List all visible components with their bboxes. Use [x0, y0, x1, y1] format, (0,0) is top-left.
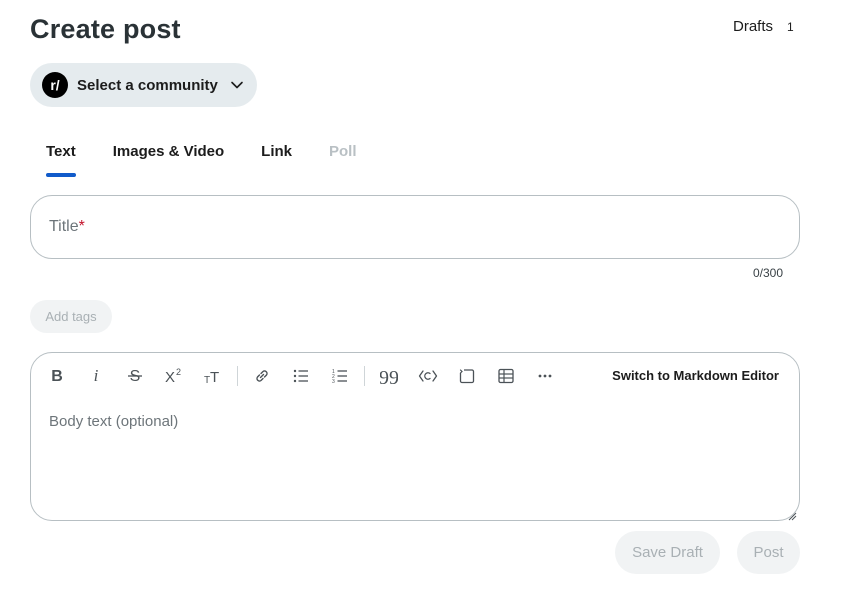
- svg-text:X: X: [165, 369, 175, 385]
- drafts-label: Drafts: [733, 18, 774, 35]
- code-icon[interactable]: [412, 363, 444, 389]
- switch-markdown-button[interactable]: Switch to Markdown Editor: [612, 368, 779, 383]
- quote-icon[interactable]: 99: [373, 363, 405, 389]
- page-title: Create post: [30, 14, 181, 44]
- title-input[interactable]: Title*: [30, 195, 800, 259]
- numbered-list-icon[interactable]: 123: [324, 363, 356, 389]
- svg-text:T: T: [210, 369, 219, 385]
- bullet-list-icon[interactable]: [285, 363, 317, 389]
- tab-text[interactable]: Text: [30, 140, 92, 180]
- tab-link[interactable]: Link: [245, 140, 308, 180]
- drafts-button[interactable]: Drafts 1: [733, 18, 794, 35]
- chevron-down-icon: [230, 78, 244, 92]
- code-block-icon[interactable]: [451, 363, 483, 389]
- svg-text:99: 99: [380, 367, 398, 385]
- italic-icon[interactable]: i: [80, 363, 112, 389]
- svg-text:i: i: [94, 368, 99, 384]
- body-editor[interactable]: B i S X2 TT 123 99 Switch to Markdown Ed…: [30, 352, 800, 521]
- editor-toolbar: B i S X2 TT 123 99: [41, 363, 568, 389]
- tab-poll: Poll: [329, 143, 357, 160]
- toolbar-divider: [237, 366, 238, 386]
- svg-text:2: 2: [176, 367, 181, 377]
- community-selector[interactable]: r/ Select a community: [30, 63, 257, 107]
- resize-handle-icon[interactable]: [787, 508, 797, 521]
- bold-icon[interactable]: B: [41, 363, 73, 389]
- post-button[interactable]: Post: [737, 531, 800, 574]
- link-icon[interactable]: [246, 363, 278, 389]
- community-avatar-icon: r/: [42, 72, 68, 98]
- required-mark: *: [78, 218, 85, 235]
- title-placeholder: Title*: [49, 218, 85, 235]
- strikethrough-icon[interactable]: S: [119, 363, 151, 389]
- drafts-count: 1: [787, 19, 794, 34]
- svg-text:B: B: [51, 368, 63, 384]
- body-placeholder: Body text (optional): [49, 413, 179, 430]
- community-selector-label: Select a community: [77, 76, 218, 94]
- svg-text:r/: r/: [50, 77, 59, 93]
- save-draft-button[interactable]: Save Draft: [615, 531, 720, 574]
- heading-icon[interactable]: TT: [197, 363, 229, 389]
- add-tags-button[interactable]: Add tags: [30, 300, 112, 333]
- table-icon[interactable]: [490, 363, 522, 389]
- svg-text:3: 3: [332, 379, 335, 385]
- title-char-count: 0/300: [752, 266, 783, 280]
- toolbar-divider: [364, 366, 365, 386]
- post-type-tabs: Text Images & Video Link Poll: [30, 140, 373, 180]
- tab-images-video[interactable]: Images & Video: [97, 140, 240, 180]
- superscript-icon[interactable]: X2: [158, 363, 190, 389]
- more-icon[interactable]: [529, 363, 561, 389]
